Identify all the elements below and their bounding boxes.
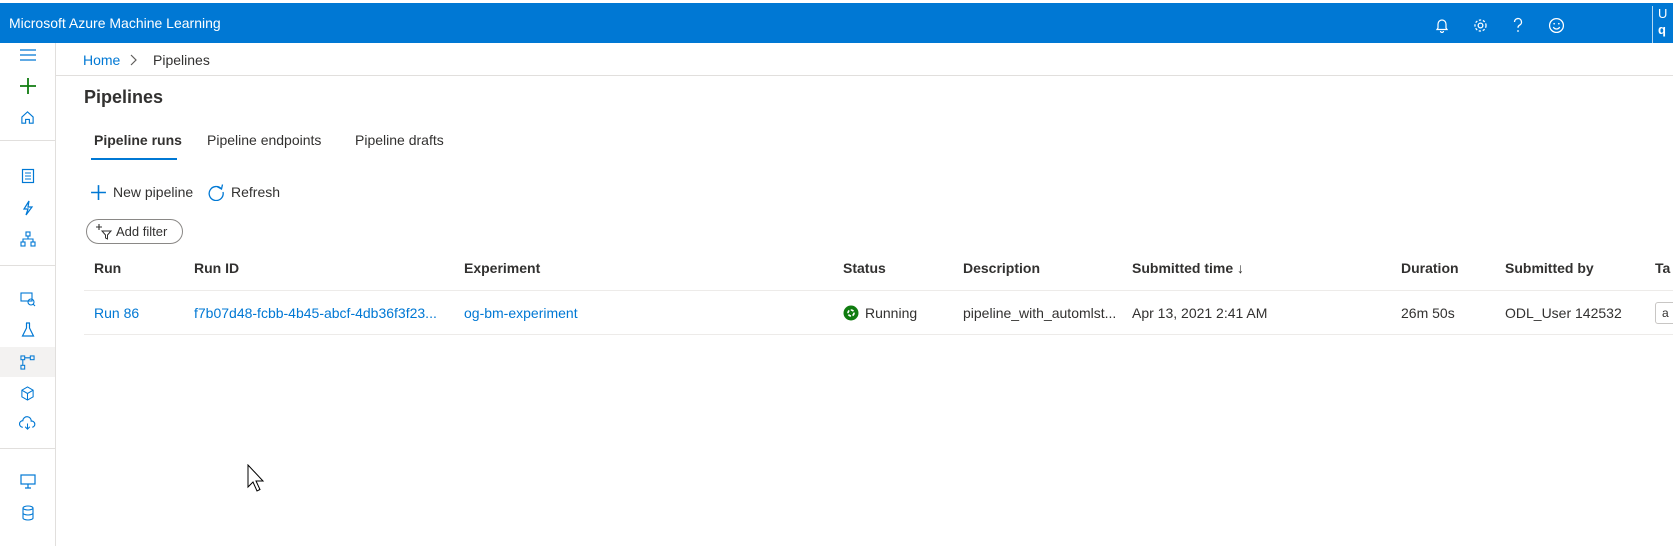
- plus-icon: [91, 184, 106, 200]
- column-header-run-id[interactable]: Run ID: [194, 260, 239, 276]
- row-divider: [84, 334, 1673, 335]
- app-title[interactable]: Microsoft Azure Machine Learning: [9, 15, 221, 31]
- bell-icon[interactable]: [1423, 11, 1461, 39]
- status-cell: Running: [843, 305, 917, 321]
- column-header-submitted-by[interactable]: Submitted by: [1505, 260, 1594, 276]
- tab-pipeline-endpoints[interactable]: Pipeline endpoints: [207, 132, 321, 148]
- nav-divider: [0, 448, 55, 449]
- top-bar-icons: [1423, 11, 1575, 39]
- endpoints-icon[interactable]: [0, 408, 55, 438]
- datasets-icon[interactable]: [0, 284, 55, 314]
- designer-icon[interactable]: [0, 224, 55, 254]
- user-directory-truncated: q: [1658, 22, 1666, 37]
- column-header-run[interactable]: Run: [94, 260, 121, 276]
- tab-pipeline-runs[interactable]: Pipeline runs: [94, 132, 182, 148]
- running-status-icon: [843, 305, 859, 321]
- notebooks-icon[interactable]: [0, 161, 55, 191]
- chevron-right-icon: [129, 53, 137, 71]
- column-header-status[interactable]: Status: [843, 260, 886, 276]
- help-question-icon[interactable]: [1499, 11, 1537, 39]
- breadcrumb: Home Pipelines: [56, 43, 1673, 76]
- new-pipeline-button[interactable]: New pipeline: [90, 181, 193, 203]
- pipelines-icon[interactable]: [0, 347, 55, 377]
- add-filter-icon: [96, 223, 112, 240]
- active-tab-indicator: [91, 158, 177, 160]
- add-filter-label: Add filter: [116, 224, 168, 239]
- description-cell: pipeline_with_automlst...: [963, 305, 1117, 321]
- user-account[interactable]: U q: [1652, 6, 1673, 46]
- submitted-by-cell: ODL_User 142532: [1505, 305, 1622, 321]
- breadcrumb-home-link[interactable]: Home: [83, 52, 120, 68]
- submitted-time-cell: Apr 13, 2021 2:41 AM: [1132, 305, 1268, 321]
- header-divider: [84, 290, 1673, 291]
- breadcrumb-current: Pipelines: [153, 52, 210, 68]
- user-name-truncated: U: [1658, 6, 1668, 21]
- column-header-experiment[interactable]: Experiment: [464, 260, 540, 276]
- duration-cell: 26m 50s: [1401, 305, 1455, 321]
- home-icon[interactable]: [0, 102, 55, 132]
- left-navigation: [0, 43, 56, 546]
- refresh-icon: [208, 184, 224, 201]
- refresh-button[interactable]: Refresh: [207, 181, 280, 203]
- run-id-link[interactable]: f7b07d48-fcbb-4b45-abcf-4db36f3f23...: [194, 305, 437, 321]
- feedback-smiley-icon[interactable]: [1537, 11, 1575, 39]
- models-icon[interactable]: [0, 378, 55, 408]
- experiment-link[interactable]: og-bm-experiment: [464, 305, 578, 321]
- add-filter-button[interactable]: Add filter: [86, 219, 183, 244]
- plus-create-icon[interactable]: [0, 71, 55, 101]
- datastores-icon[interactable]: [0, 498, 55, 528]
- page-title: Pipelines: [84, 87, 164, 107]
- column-header-description[interactable]: Description: [963, 260, 1040, 276]
- nav-divider: [0, 265, 55, 266]
- column-header-duration[interactable]: Duration: [1401, 260, 1459, 276]
- tab-pipeline-drafts[interactable]: Pipeline drafts: [355, 132, 444, 148]
- nav-divider: [0, 140, 55, 141]
- experiments-icon[interactable]: [0, 315, 55, 345]
- run-link[interactable]: Run 86: [94, 305, 139, 321]
- status-text: Running: [865, 305, 918, 321]
- automated-ml-icon[interactable]: [0, 193, 55, 223]
- new-pipeline-label: New pipeline: [113, 184, 194, 200]
- column-header-tags[interactable]: Ta: [1655, 260, 1670, 276]
- hamburger-menu-icon[interactable]: [0, 40, 55, 70]
- settings-gear-icon[interactable]: [1461, 11, 1499, 39]
- mouse-cursor-icon: [247, 463, 267, 497]
- column-header-submitted-time[interactable]: Submitted time ↓: [1132, 260, 1244, 276]
- top-bar: Microsoft Azure Machine Learning U q: [0, 0, 1673, 46]
- tag-chip[interactable]: a: [1655, 302, 1673, 324]
- compute-icon[interactable]: [0, 466, 55, 496]
- refresh-label: Refresh: [231, 184, 281, 200]
